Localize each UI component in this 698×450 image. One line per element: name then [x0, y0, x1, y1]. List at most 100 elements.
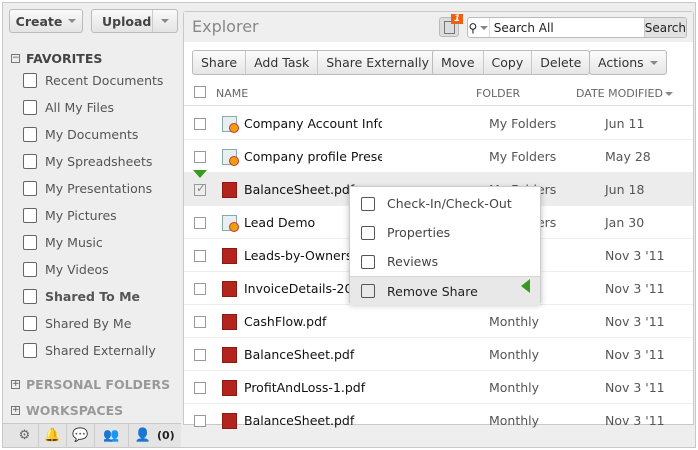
- toolbar-button[interactable]: Copy: [484, 51, 533, 74]
- file-date: May 28: [605, 149, 651, 164]
- file-date: Nov 3 '11: [605, 380, 665, 395]
- column-header: NAME FOLDER DATE MODIFIED: [184, 82, 693, 106]
- shared-externally-icon: [23, 343, 37, 358]
- video-icon: [23, 262, 37, 277]
- sidebar-item[interactable]: My Documents: [23, 127, 138, 142]
- edit-toolbar: Move Copy Delete: [432, 50, 591, 75]
- notifications-icon[interactable]: 🔔: [39, 424, 67, 447]
- search-input[interactable]: [489, 18, 644, 37]
- table-row[interactable]: BalanceSheet.pdf Monthly Nov 3 '11: [184, 404, 693, 437]
- expand-icon[interactable]: +: [11, 406, 20, 415]
- tasks-button[interactable]: 1: [439, 14, 464, 37]
- recent-documents-icon: [23, 73, 37, 88]
- status-bar: ⚙ 🔔 💬 👥 👤 (0): [3, 423, 181, 447]
- user-icon[interactable]: 👤: [129, 424, 157, 447]
- file-folder: Monthly: [489, 347, 540, 362]
- file-date: Jun 18: [605, 182, 645, 197]
- row-checkbox[interactable]: [194, 415, 206, 427]
- row-checkbox[interactable]: [194, 217, 206, 229]
- sidebar-item[interactable]: My Presentations: [23, 181, 152, 196]
- menu-item[interactable]: Remove Share: [350, 276, 540, 305]
- row-checkbox[interactable]: [194, 349, 206, 361]
- collapse-icon[interactable]: −: [11, 54, 20, 63]
- workspaces-section[interactable]: + WORKSPACES: [11, 403, 123, 418]
- page-title: Explorer: [192, 17, 259, 36]
- shared-by-me-icon: [23, 316, 37, 331]
- column-date-modified[interactable]: DATE MODIFIED: [576, 87, 673, 100]
- explorer-header: Explorer 1 ⚲ Search: [184, 12, 693, 42]
- create-button[interactable]: Create: [9, 9, 83, 33]
- pointer-arrow-down-icon: [193, 170, 207, 178]
- file-name[interactable]: BalanceSheet.pdf: [244, 347, 382, 362]
- sidebar-item[interactable]: My Pictures: [23, 208, 117, 223]
- document-file-icon: [222, 116, 239, 133]
- search-icon: ⚲: [468, 20, 478, 35]
- sidebar-item[interactable]: My Spreadsheets: [23, 154, 152, 169]
- sidebar-item[interactable]: All My Files: [23, 100, 114, 115]
- search-scope-dropdown[interactable]: ⚲: [468, 18, 490, 37]
- toolbar-button[interactable]: Delete: [532, 51, 589, 74]
- file-name[interactable]: Company Account Information: [244, 116, 382, 131]
- row-checkbox[interactable]: [194, 118, 206, 130]
- row-checkbox[interactable]: ✓: [194, 181, 206, 196]
- file-date: Jun 11: [605, 116, 645, 131]
- settings-icon[interactable]: ⚙: [11, 424, 39, 447]
- column-name[interactable]: NAME: [216, 87, 248, 100]
- table-row[interactable]: ProfitAndLoss-1.pdf Monthly Nov 3 '11: [184, 371, 693, 404]
- menu-item[interactable]: Properties: [350, 218, 540, 247]
- file-name[interactable]: CashFlow.pdf: [244, 314, 382, 329]
- table-row[interactable]: Company Account Information My Folders J…: [184, 107, 693, 140]
- pdf-file-icon: [222, 248, 237, 264]
- row-checkbox[interactable]: [194, 316, 206, 328]
- pdf-file-icon: [222, 413, 237, 429]
- presentation-icon: [23, 181, 37, 196]
- tasks-badge: 1: [451, 14, 464, 24]
- app-window: Create Upload − FAVORITES Recent Document…: [2, 2, 696, 448]
- online-count: (0): [157, 429, 175, 442]
- sidebar-item[interactable]: Shared To Me: [23, 289, 140, 304]
- pdf-file-icon: [222, 182, 237, 198]
- menu-item[interactable]: Check-In/Check-Out: [350, 189, 540, 218]
- upload-dropdown[interactable]: [152, 10, 176, 32]
- table-row[interactable]: BalanceSheet.pdf Monthly Nov 3 '11: [184, 338, 693, 371]
- favorites-section[interactable]: − FAVORITES: [11, 51, 102, 66]
- personal-folders-section[interactable]: + PERSONAL FOLDERS: [11, 377, 170, 392]
- file-folder: Monthly: [489, 413, 540, 428]
- row-checkbox[interactable]: [194, 151, 206, 163]
- row-checkbox[interactable]: [194, 250, 206, 262]
- chat-icon[interactable]: 💬: [67, 424, 95, 447]
- table-row[interactable]: CashFlow.pdf Monthly Nov 3 '11: [184, 305, 693, 338]
- search-button[interactable]: Search: [643, 18, 686, 37]
- select-all-checkbox[interactable]: [194, 86, 206, 98]
- row-checkbox[interactable]: [194, 382, 206, 394]
- pdf-file-icon: [222, 314, 237, 330]
- document-file-icon: [222, 149, 239, 166]
- toolbar-button[interactable]: Add Task: [246, 51, 319, 74]
- upload-button[interactable]: Upload: [91, 9, 178, 33]
- sidebar-item[interactable]: Shared By Me: [23, 316, 131, 331]
- file-folder: My Folders: [489, 116, 557, 131]
- expand-icon[interactable]: +: [11, 380, 20, 389]
- actions-button[interactable]: Actions: [589, 50, 667, 75]
- file-name[interactable]: ProfitAndLoss-1.pdf: [244, 380, 382, 395]
- file-date: Nov 3 '11: [605, 314, 665, 329]
- sidebar-item[interactable]: My Videos: [23, 262, 109, 277]
- reviews-icon: [361, 254, 375, 269]
- column-folder[interactable]: FOLDER: [476, 87, 520, 100]
- file-name[interactable]: BalanceSheet.pdf: [244, 413, 382, 428]
- check-in-out-icon: [361, 196, 375, 211]
- sidebar-item[interactable]: My Music: [23, 235, 103, 250]
- sidebar-item[interactable]: Recent Documents: [23, 73, 163, 88]
- document-file-icon: [222, 215, 239, 232]
- contacts-icon[interactable]: 👥: [95, 424, 129, 447]
- toolbar-button[interactable]: Share: [193, 51, 247, 74]
- row-checkbox[interactable]: [194, 283, 206, 295]
- toolbar-button[interactable]: Move: [433, 51, 484, 74]
- table-row[interactable]: Company profile Presentation My Folders …: [184, 140, 693, 173]
- file-name[interactable]: Company profile Presentation: [244, 149, 382, 164]
- toolbar-button[interactable]: Share Externally: [318, 51, 437, 74]
- document-icon: [23, 127, 37, 142]
- menu-item[interactable]: Reviews: [350, 247, 540, 276]
- chevron-down-icon: [480, 25, 489, 30]
- sidebar-item[interactable]: Shared Externally: [23, 343, 156, 358]
